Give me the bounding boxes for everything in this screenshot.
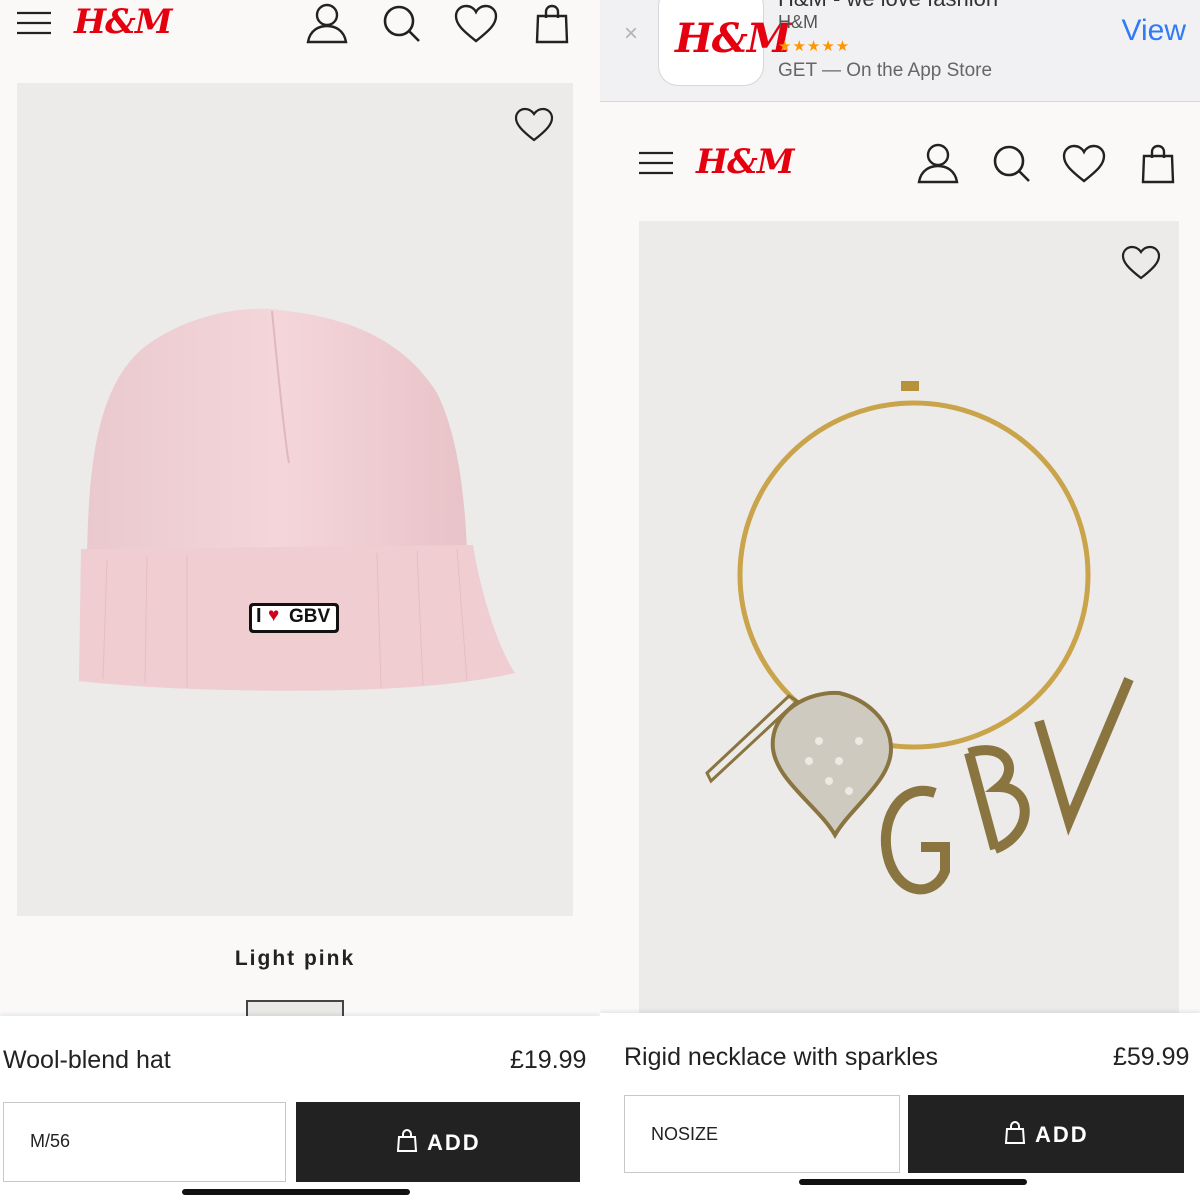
patch-text: GBV bbox=[289, 606, 331, 627]
bag-icon bbox=[1005, 1121, 1025, 1145]
left-screenshot: H&M I ♥ GBV Light pink Wool-blend hat £1… bbox=[0, 0, 600, 1200]
close-banner-icon[interactable]: × bbox=[624, 20, 638, 48]
size-value: NOSIZE bbox=[651, 1124, 719, 1144]
size-selector[interactable]: M/56 bbox=[3, 1102, 286, 1182]
app-icon-logo: H&M bbox=[675, 15, 791, 62]
product-price: £59.99 bbox=[1113, 1043, 1190, 1071]
favourites-icon[interactable] bbox=[454, 4, 498, 44]
app-developer: H&M bbox=[778, 12, 818, 32]
view-app-button[interactable]: View bbox=[1122, 14, 1186, 48]
add-label: ADD bbox=[1035, 1122, 1089, 1147]
product-name: Rigid necklace with sparkles bbox=[624, 1043, 939, 1071]
necklace-illustration bbox=[705, 381, 1134, 895]
product-image[interactable] bbox=[639, 221, 1179, 1013]
right-screenshot: × H&M H&M - we love fashion H&M ★★★★★ GE… bbox=[600, 0, 1200, 1200]
color-label: Light pink bbox=[234, 947, 356, 970]
app-rating-stars: ★★★★★ bbox=[778, 38, 851, 55]
shopping-bag-icon[interactable] bbox=[534, 4, 570, 44]
product-image[interactable]: I ♥ GBV bbox=[17, 83, 573, 916]
app-title: H&M - we love fashion bbox=[778, 0, 998, 12]
product-bar: Rigid necklace with sparkles £59.99 NOSI… bbox=[600, 1013, 1200, 1200]
hm-logo[interactable]: H&M bbox=[74, 2, 172, 42]
add-label: ADD bbox=[427, 1130, 481, 1155]
shopping-bag-icon[interactable] bbox=[1140, 144, 1176, 184]
site-header: H&M bbox=[0, 0, 600, 50]
search-icon[interactable] bbox=[382, 4, 422, 44]
patch-letter-i: I bbox=[256, 605, 262, 627]
product-price: £19.99 bbox=[510, 1046, 587, 1074]
add-to-bag-button[interactable]: ADD bbox=[296, 1102, 580, 1182]
product-name: Wool-blend hat bbox=[3, 1046, 171, 1074]
beanie-illustration bbox=[79, 308, 515, 691]
product-bar: Wool-blend hat £19.99 M/56 ADD bbox=[0, 1016, 600, 1200]
home-indicator bbox=[799, 1179, 1027, 1185]
app-icon[interactable]: H&M bbox=[658, 0, 791, 86]
app-store-banner: × H&M H&M - we love fashion H&M ★★★★★ GE… bbox=[600, 0, 1200, 102]
app-store-text: GET — On the App Store bbox=[778, 60, 993, 81]
account-icon[interactable] bbox=[916, 142, 960, 184]
bag-icon bbox=[397, 1129, 417, 1153]
menu-icon[interactable] bbox=[638, 150, 674, 176]
size-value: M/56 bbox=[30, 1131, 71, 1151]
favourites-icon[interactable] bbox=[1062, 144, 1106, 184]
patch-heart-icon: ♥ bbox=[268, 605, 280, 626]
size-selector[interactable]: NOSIZE bbox=[624, 1095, 900, 1173]
home-indicator bbox=[182, 1189, 410, 1195]
menu-icon[interactable] bbox=[16, 10, 52, 36]
hm-logo[interactable]: H&M bbox=[696, 142, 794, 182]
account-icon[interactable] bbox=[305, 2, 349, 44]
search-icon[interactable] bbox=[992, 144, 1032, 184]
add-to-bag-button[interactable]: ADD bbox=[908, 1095, 1184, 1173]
site-header: H&M bbox=[600, 140, 1200, 190]
